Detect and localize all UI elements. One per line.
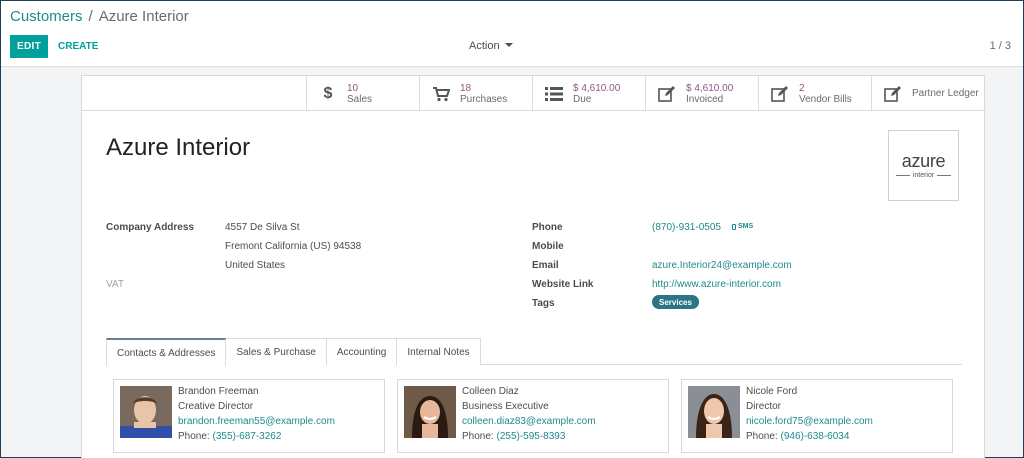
sales-smart-button[interactable]: $ 10 Sales (306, 76, 419, 111)
edit-icon (771, 85, 789, 103)
contact-card[interactable]: Colleen Diaz Business Executive colleen.… (397, 379, 669, 453)
phone-link[interactable]: (870)-931-0505 (652, 222, 721, 233)
sms-button[interactable]: SMS (732, 223, 753, 230)
contact-phone-label: Phone: (462, 431, 494, 442)
tab-sales-purchase[interactable]: Sales & Purchase (225, 338, 327, 365)
stat-value: 18 (460, 82, 472, 94)
company-address-label: Company Address (106, 222, 194, 233)
contact-phone-row: Phone: (355)-687-3262 (178, 431, 335, 442)
pager[interactable]: 1 / 3 (990, 40, 1011, 52)
purchases-smart-button[interactable]: 18 Purchases (419, 76, 532, 111)
stat-label: Due (573, 93, 592, 105)
tag-badge[interactable]: Services (652, 295, 699, 309)
company-logo[interactable]: azure interior (888, 130, 959, 201)
contact-name: Brandon Freeman (178, 386, 259, 397)
create-button[interactable]: CREATE (58, 35, 98, 58)
website-label: Website Link (532, 279, 594, 290)
contact-phone-link[interactable]: (946)-638-6034 (780, 431, 849, 442)
logo-subtext-row: interior (895, 172, 952, 179)
control-panel: Customers / Azure Interior EDIT CREATE Act… (1, 1, 1023, 67)
action-dropdown[interactable]: Action (469, 40, 513, 52)
avatar (120, 386, 172, 438)
contact-title: Director (746, 401, 782, 412)
logo-subtext: interior (912, 172, 935, 179)
contact-phone-label: Phone: (178, 431, 210, 442)
caret-down-icon (504, 43, 513, 47)
vendor-bills-smart-button[interactable]: 2 Vendor Bills (758, 76, 871, 111)
contact-card[interactable]: Nicole Ford Director nicole.ford75@examp… (681, 379, 953, 453)
city-value: Fremont California (US) 94538 (225, 241, 362, 252)
email-label: Email (532, 260, 559, 271)
stat-value: 10 (347, 82, 359, 94)
breadcrumb-current: Azure Interior (98, 8, 189, 25)
website-link[interactable]: http://www.azure-interior.com (652, 279, 781, 290)
contact-title: Creative Director (178, 401, 254, 412)
stat-label: Partner Ledger (912, 88, 979, 99)
contact-email-link[interactable]: nicole.ford75@example.com (746, 416, 873, 427)
stat-value: 2 (799, 82, 805, 94)
stat-label: Invoiced (686, 93, 724, 105)
tab-accounting[interactable]: Accounting (325, 338, 398, 365)
notebook-tabs: Contacts & Addresses Sales & Purchase Ac… (106, 338, 481, 366)
contact-phone-row: Phone: (255)-595-8393 (462, 431, 596, 442)
contact-title: Business Executive (462, 401, 549, 412)
street-value: 4557 De Silva St (225, 222, 300, 233)
tags-label: Tags (532, 298, 555, 309)
logo-text: azure (901, 151, 946, 171)
mobile-icon (732, 223, 736, 230)
sms-label: SMS (738, 223, 754, 230)
form-sheet: $ 10 Sales 18 Purchases $ 4,610.00 Due $ 4,… (81, 75, 986, 458)
stat-label: Purchases (460, 93, 508, 105)
partner-name: Azure Interior (106, 134, 251, 161)
contact-name: Nicole Ford (746, 386, 798, 397)
edit-icon (884, 85, 902, 103)
stat-label: Vendor Bills (799, 93, 852, 105)
contact-card[interactable]: Brandon Freeman Creative Director brando… (113, 379, 385, 453)
due-smart-button[interactable]: $ 4,610.00 Due (532, 76, 645, 111)
avatar (688, 386, 740, 438)
breadcrumb-customers-link[interactable]: Customers (10, 8, 83, 25)
email-link[interactable]: azure.Interior24@example.com (652, 260, 792, 271)
avatar (404, 386, 456, 438)
breadcrumb: Customers / Azure Interior (10, 8, 189, 25)
contact-phone-row: Phone: (946)-638-6034 (746, 431, 873, 442)
contact-phone-link[interactable]: (355)-687-3262 (212, 431, 281, 442)
contact-phone-link[interactable]: (255)-595-8393 (496, 431, 565, 442)
tab-contacts-addresses[interactable]: Contacts & Addresses (106, 338, 227, 366)
partner-ledger-smart-button[interactable]: Partner Ledger (871, 76, 984, 111)
edit-button[interactable]: EDIT (10, 35, 48, 58)
stat-label: Sales (347, 93, 373, 105)
button-box-spacer (82, 76, 306, 111)
cart-icon (432, 85, 450, 103)
dollar-icon: $ (323, 84, 333, 102)
stat-value: $ 4,610.00 (686, 82, 734, 94)
contact-phone-label: Phone: (746, 431, 778, 442)
tab-internal-notes[interactable]: Internal Notes (396, 338, 481, 365)
mobile-label: Mobile (532, 241, 564, 252)
contact-name: Colleen Diaz (462, 386, 519, 397)
contact-email-link[interactable]: colleen.diaz83@example.com (462, 416, 596, 427)
breadcrumb-separator: / (88, 8, 93, 25)
edit-icon (658, 85, 676, 103)
stat-value: $ 4,610.00 (573, 82, 621, 94)
country-value: United States (225, 260, 286, 271)
action-dropdown-label: Action (469, 40, 500, 52)
phone-label: Phone (532, 222, 563, 233)
vat-label: VAT (106, 279, 124, 290)
contact-email-link[interactable]: brandon.freeman55@example.com (178, 416, 335, 427)
list-icon (545, 85, 563, 103)
smart-button-box: $ 10 Sales 18 Purchases $ 4,610.00 Due $ 4,… (306, 76, 986, 111)
invoiced-smart-button[interactable]: $ 4,610.00 Invoiced (645, 76, 758, 111)
